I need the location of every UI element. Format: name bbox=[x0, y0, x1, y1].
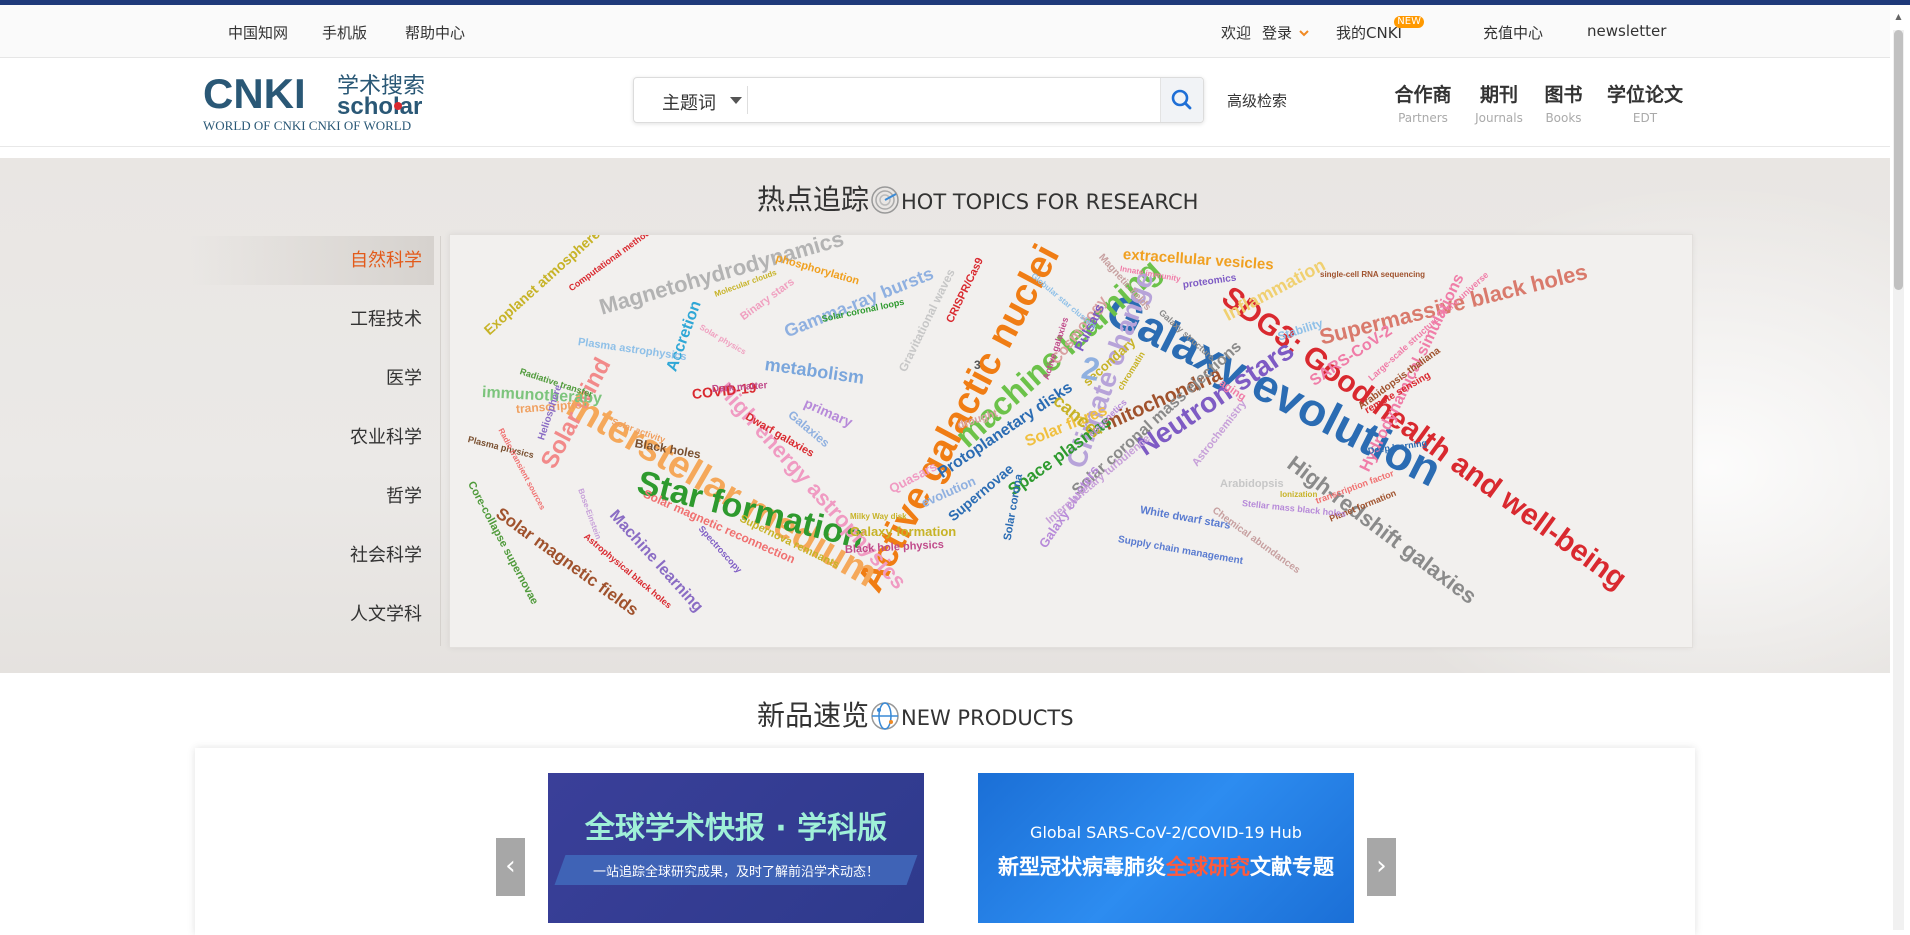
nav-partners[interactable]: 合作商 Partners bbox=[1393, 80, 1453, 125]
logo-sub-text: scholar bbox=[337, 93, 422, 120]
category-natural-science[interactable]: 自然科学 bbox=[190, 236, 434, 285]
word-cloud-term[interactable]: Chemical abundances bbox=[1210, 505, 1302, 576]
scrollbar-thumb[interactable] bbox=[1894, 30, 1903, 290]
banner2-pre: 新型冠状病毒肺炎 bbox=[998, 855, 1166, 879]
carousel-prev-button[interactable]: ‹ bbox=[496, 838, 525, 896]
caret-down-icon[interactable] bbox=[730, 97, 742, 104]
search-box: 主题词 bbox=[633, 77, 1204, 123]
word-cloud-term[interactable]: Dark matter bbox=[712, 380, 768, 395]
banner2-line1: Global SARS-CoV-2/COVID-19 Hub bbox=[1030, 823, 1302, 842]
nav-books[interactable]: 图书 Books bbox=[1541, 80, 1586, 125]
link-cnki-home[interactable]: 中国知网 bbox=[228, 22, 288, 43]
word-cloud-term[interactable]: Arabidopsis bbox=[1220, 479, 1284, 490]
category-agriculture[interactable]: 农业科学 bbox=[190, 413, 434, 462]
scroll-up-arrow-icon[interactable]: ▲ bbox=[1893, 12, 1904, 28]
products-title-en: NEW PRODUCTS bbox=[901, 706, 1074, 730]
word-cloud: Galaxy evolution SDG3: Good health and w… bbox=[449, 234, 1693, 648]
word-cloud-term[interactable]: Milky Way disk bbox=[850, 513, 907, 521]
category-philosophy[interactable]: 哲学 bbox=[190, 472, 434, 521]
logo-main-text: CNKI bbox=[203, 70, 306, 117]
word-cloud-term[interactable]: Supply chain management bbox=[1117, 534, 1244, 567]
category-humanities[interactable]: 人文学科 bbox=[190, 590, 434, 639]
banner2-line2: 新型冠状病毒肺炎全球研究文献专题 bbox=[978, 851, 1354, 881]
nav-edt-label: 学位论文 bbox=[1606, 84, 1683, 106]
link-mobile[interactable]: 手机版 bbox=[322, 22, 367, 43]
radar-icon bbox=[870, 185, 900, 215]
hot-title-en: HOT TOPICS FOR RESEARCH bbox=[901, 190, 1199, 214]
hot-topics-title: 热点追踪 HOT TOPICS FOR RESEARCH bbox=[757, 178, 1198, 218]
logo-tagline: WORLD OF CNKI CNKI OF WORLD bbox=[203, 118, 411, 133]
main-header: CNKI 学术搜索 scholar WORLD OF CNKI CNKI OF … bbox=[0, 58, 1890, 147]
advanced-search-link[interactable]: 高级检索 bbox=[1227, 90, 1287, 111]
search-scope-select[interactable]: 主题词 bbox=[662, 89, 716, 115]
category-social-science[interactable]: 社会科学 bbox=[190, 531, 434, 580]
nav-books-sub: Books bbox=[1545, 111, 1582, 125]
banner2-post: 文献专题 bbox=[1250, 855, 1334, 879]
chevron-down-icon[interactable] bbox=[1299, 23, 1309, 37]
word-cloud-term[interactable]: metabolism bbox=[764, 354, 866, 388]
my-cnki-link[interactable]: 我的CNKI NEW bbox=[1336, 16, 1424, 43]
hot-title-cn: 热点追踪 bbox=[757, 183, 870, 216]
search-input[interactable] bbox=[754, 84, 1158, 118]
word-cloud-term[interactable]: Radio transient sources bbox=[496, 427, 547, 512]
banner-global-academic-express[interactable]: 全球学术快报 · 学科版 一站追踪全球研究成果，及时了解前沿学术动态！ bbox=[548, 773, 924, 923]
nav-journals-label: 期刊 bbox=[1479, 84, 1518, 106]
newsletter-link[interactable]: newsletter bbox=[1587, 22, 1666, 40]
category-divider bbox=[440, 236, 441, 646]
word-cloud-term[interactable]: Galaxy formation bbox=[850, 525, 956, 538]
welcome-text: 欢迎 bbox=[1221, 24, 1252, 42]
word-cloud-term[interactable]: Ionization bbox=[1280, 491, 1317, 499]
word-cloud-term[interactable]: Exoplanet atmospheres bbox=[481, 235, 609, 338]
nav-journals-sub: Journals bbox=[1475, 111, 1523, 125]
cnki-scholar-logo[interactable]: CNKI 学术搜索 scholar WORLD OF CNKI CNKI OF … bbox=[203, 70, 443, 134]
page-scrollbar[interactable] bbox=[1893, 30, 1904, 930]
recharge-link[interactable]: 充值中心 bbox=[1483, 22, 1543, 43]
nav-books-label: 图书 bbox=[1544, 84, 1583, 106]
globe-icon bbox=[870, 701, 900, 731]
link-help[interactable]: 帮助中心 bbox=[405, 22, 465, 43]
category-engineering[interactable]: 工程技术 bbox=[190, 295, 434, 344]
new-products-carousel: ‹ 全球学术快报 · 学科版 一站追踪全球研究成果，及时了解前沿学术动态！ Gl… bbox=[195, 748, 1695, 935]
word-cloud-term[interactable]: 3 bbox=[974, 359, 981, 371]
nav-journals[interactable]: 期刊 Journals bbox=[1474, 80, 1524, 125]
word-cloud-term[interactable]: single-cell RNA sequencing bbox=[1320, 271, 1425, 279]
category-list: 自然科学 工程技术 医学 农业科学 哲学 社会科学 人文学科 bbox=[190, 236, 434, 639]
nav-partners-label: 合作商 bbox=[1394, 84, 1452, 106]
search-icon bbox=[1171, 89, 1192, 110]
login-link[interactable]: 登录 bbox=[1262, 22, 1292, 43]
word-cloud-term[interactable]: Solar physics bbox=[698, 323, 748, 357]
search-divider bbox=[747, 86, 748, 114]
banner-covid-hub[interactable]: Global SARS-CoV-2/COVID-19 Hub 新型冠状病毒肺炎全… bbox=[978, 773, 1354, 923]
carousel-next-button[interactable]: › bbox=[1367, 838, 1396, 896]
category-medicine[interactable]: 医学 bbox=[190, 354, 434, 403]
new-badge: NEW bbox=[1394, 16, 1424, 28]
top-utility-bar: 中国知网 手机版 帮助中心 欢迎 登录 我的CNKI NEW 充值中心 newsl… bbox=[0, 5, 1890, 58]
nav-edt-sub: EDT bbox=[1632, 111, 1658, 125]
nav-partners-sub: Partners bbox=[1398, 111, 1448, 125]
banner1-title: 全球学术快报 · 学科版 bbox=[584, 811, 888, 846]
banner1-subtitle: 一站追踪全球研究成果，及时了解前沿学术动态！ bbox=[592, 865, 879, 880]
word-cloud-term[interactable]: CRISPR/Cas9 bbox=[944, 256, 986, 325]
banner2-highlight: 全球研究 bbox=[1166, 855, 1250, 879]
search-button[interactable] bbox=[1160, 78, 1203, 122]
new-products-title: 新品速览 NEW PRODUCTS bbox=[757, 694, 1074, 734]
nav-edt[interactable]: 学位论文 EDT bbox=[1605, 80, 1685, 125]
products-title-cn: 新品速览 bbox=[757, 699, 870, 732]
my-cnki-label: 我的CNKI bbox=[1336, 24, 1402, 42]
